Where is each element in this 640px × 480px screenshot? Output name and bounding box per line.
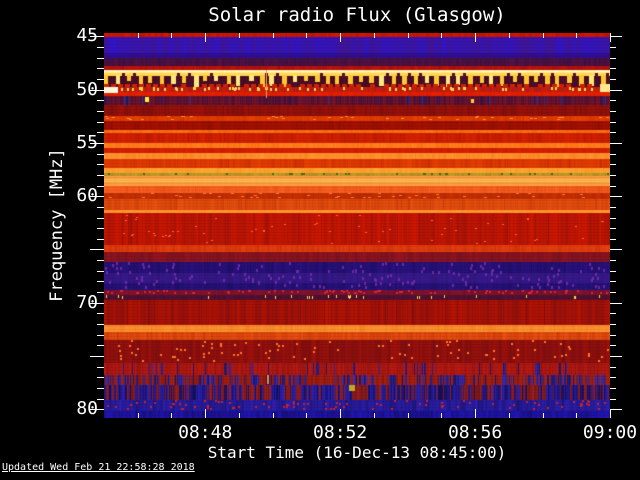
axis-tick bbox=[610, 398, 616, 400]
axis-tick bbox=[97, 291, 104, 293]
axis-tick bbox=[610, 110, 616, 112]
axis-tick bbox=[610, 57, 616, 59]
axis-tick bbox=[610, 131, 616, 133]
axis-tick bbox=[97, 153, 104, 155]
axis-tick bbox=[97, 110, 104, 112]
axis-tick bbox=[610, 355, 622, 357]
axis-tick bbox=[610, 291, 616, 293]
axis-tick bbox=[610, 387, 616, 389]
axis-tick bbox=[90, 355, 104, 357]
axis-tick bbox=[610, 376, 616, 378]
axis-tick bbox=[97, 185, 104, 187]
axis-tick bbox=[97, 67, 104, 69]
axis-tick bbox=[610, 366, 616, 368]
axis-tick bbox=[610, 408, 622, 410]
spectrogram-heatmap bbox=[104, 33, 610, 418]
axis-tick bbox=[610, 153, 616, 155]
axis-tick bbox=[610, 248, 622, 250]
axis-tick bbox=[97, 259, 104, 261]
axis-tick bbox=[610, 78, 616, 80]
axis-tick bbox=[610, 334, 616, 336]
axis-tick bbox=[610, 35, 622, 37]
axis-tick bbox=[610, 89, 622, 91]
axis-tick bbox=[97, 270, 104, 272]
x-tick-label: 08:48 bbox=[178, 422, 233, 443]
axis-tick bbox=[97, 334, 104, 336]
x-tick-label: 09:00 bbox=[582, 422, 638, 443]
y-tick-label: 60 bbox=[76, 185, 98, 207]
axis-tick bbox=[610, 312, 616, 314]
x-tick-label: 08:56 bbox=[447, 422, 503, 443]
axis-tick bbox=[610, 121, 616, 123]
axis-tick bbox=[610, 163, 616, 165]
axis-tick bbox=[97, 121, 104, 123]
axis-tick bbox=[97, 376, 104, 378]
axis-tick bbox=[610, 217, 616, 219]
axis-tick bbox=[90, 248, 104, 250]
y-axis-title: Frequency [MHz] bbox=[47, 148, 67, 302]
axis-tick bbox=[97, 217, 104, 219]
axis-tick bbox=[97, 312, 104, 314]
solar-radio-flux-window: Solar radio Flux (Glasgow) Frequency [MH… bbox=[0, 0, 640, 480]
axis-tick bbox=[610, 270, 616, 272]
axis-tick bbox=[97, 366, 104, 368]
axis-tick bbox=[610, 206, 616, 208]
axis-tick bbox=[610, 280, 616, 282]
y-tick-label: 55 bbox=[76, 131, 98, 153]
axis-tick bbox=[97, 323, 104, 325]
y-tick-label: 45 bbox=[76, 25, 98, 47]
axis-tick bbox=[97, 99, 104, 101]
axis-tick bbox=[97, 227, 104, 229]
x-axis-title: Start Time (16-Dec-13 08:45:00) bbox=[207, 443, 507, 462]
axis-tick bbox=[97, 78, 104, 80]
axis-tick bbox=[97, 57, 104, 59]
axis-tick bbox=[610, 259, 616, 261]
axis-tick bbox=[610, 302, 622, 304]
axis-tick bbox=[610, 323, 616, 325]
axis-tick bbox=[610, 195, 622, 197]
y-tick-label: 50 bbox=[76, 78, 98, 100]
axis-tick bbox=[97, 238, 104, 240]
axis-tick bbox=[610, 174, 616, 176]
axis-tick bbox=[97, 387, 104, 389]
axis-tick bbox=[97, 398, 104, 400]
axis-tick bbox=[97, 131, 104, 133]
axis-tick bbox=[610, 227, 616, 229]
axis-tick bbox=[610, 238, 616, 240]
y-tick-label: 70 bbox=[76, 291, 98, 313]
axis-tick bbox=[97, 163, 104, 165]
x-tick-label: 08:52 bbox=[313, 422, 368, 443]
axis-tick bbox=[97, 344, 104, 346]
axis-tick bbox=[610, 185, 616, 187]
y-tick-label: 80 bbox=[76, 398, 98, 420]
chart-title: Solar radio Flux (Glasgow) bbox=[208, 4, 506, 26]
axis-tick bbox=[97, 46, 104, 48]
axis-tick bbox=[610, 142, 622, 144]
axis-tick bbox=[97, 206, 104, 208]
axis-tick bbox=[610, 344, 616, 346]
axis-tick bbox=[610, 99, 616, 101]
axis-tick bbox=[97, 174, 104, 176]
axis-tick bbox=[97, 280, 104, 282]
axis-tick bbox=[610, 67, 616, 69]
axis-tick bbox=[610, 46, 616, 48]
updated-timestamp: Updated Wed Feb 21 22:58:28 2018 bbox=[2, 462, 195, 473]
